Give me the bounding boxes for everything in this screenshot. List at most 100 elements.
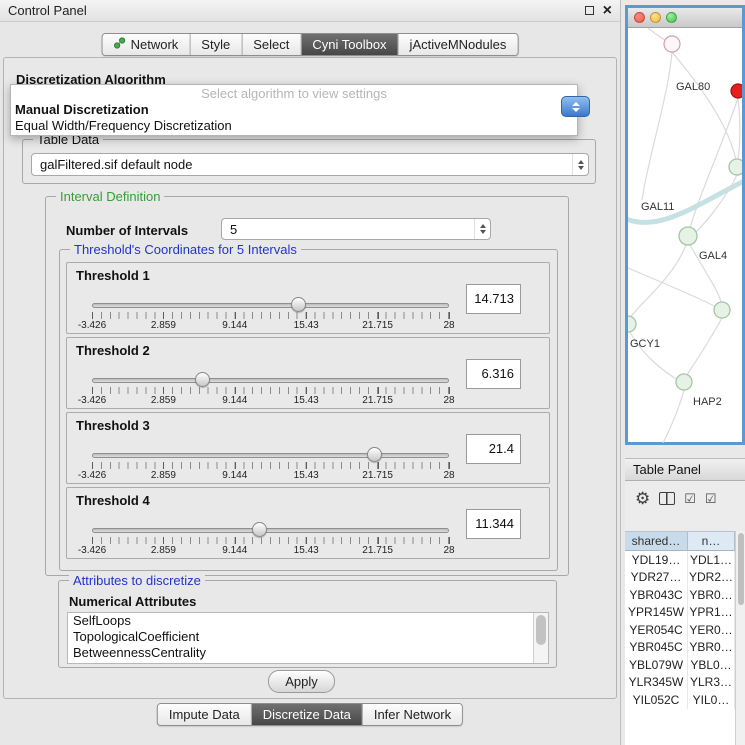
thresholds-group: Threshold's Coordinates for 5 Intervals …: [59, 249, 558, 571]
threshold-value-field[interactable]: 6.316: [466, 359, 521, 389]
table-panel-title: Table Panel: [625, 458, 745, 481]
slider-track[interactable]: [92, 303, 449, 308]
table-row[interactable]: YER054CYER0…: [625, 621, 735, 639]
attribute-list-item[interactable]: BetweennessCentrality: [68, 645, 548, 661]
threshold-value-field[interactable]: 11.344: [466, 509, 521, 539]
scale-tick-label: 2.859: [151, 545, 176, 556]
slider-track[interactable]: [92, 528, 449, 533]
zoom-traffic-light-icon[interactable]: [666, 12, 677, 23]
slider-thumb[interactable]: [195, 372, 210, 387]
tab-label: Discretize Data: [263, 707, 351, 722]
node-label: GAL80: [676, 81, 710, 93]
checkbox-checked-icon[interactable]: ☑: [705, 492, 717, 505]
table-data-combo[interactable]: galFiltered.sif default node: [31, 153, 589, 176]
network-node[interactable]: [729, 159, 742, 175]
table-cell: YDL1…: [688, 551, 735, 569]
interval-definition-label: Interval Definition: [56, 189, 164, 204]
algorithm-combo-stepper[interactable]: [561, 96, 590, 117]
algorithm-option-manual[interactable]: Manual Discretization: [11, 102, 577, 118]
table-cell: YBR0…: [688, 639, 735, 657]
slider-thumb[interactable]: [252, 522, 267, 537]
algorithm-option-equal-width[interactable]: Equal Width/Frequency Discretization: [11, 118, 577, 134]
tab-network[interactable]: Network: [103, 34, 190, 55]
table-panel-toolbar: ⚙ ☑ ☑: [625, 481, 745, 515]
table-row[interactable]: YDL19…YDL1…: [625, 551, 735, 569]
close-traffic-light-icon[interactable]: [634, 12, 645, 23]
table-cell: YER0…: [688, 621, 735, 639]
table-panel: ⚙ ☑ ☑ shared…n… YDL19…YDL1…YDR27…YDR2…YB…: [625, 481, 745, 745]
tab-jactivemnodules[interactable]: jActiveMNodules: [398, 34, 518, 55]
network-graph[interactable]: GAL80GAL11GAL4GCY1HAP2: [628, 28, 742, 443]
tab-cyni-toolbox[interactable]: Cyni Toolbox: [300, 34, 397, 55]
tab-impute-data[interactable]: Impute Data: [158, 704, 251, 725]
attribute-list-item[interactable]: TopologicalCoefficient: [68, 629, 548, 645]
tab-infer-network[interactable]: Infer Network: [362, 704, 462, 725]
network-node[interactable]: [679, 227, 697, 245]
scale-tick-label: -3.426: [78, 320, 106, 331]
table-row[interactable]: YBL079WYBL0…: [625, 656, 735, 674]
table-row[interactable]: YPR145WYPR1…: [625, 604, 735, 622]
threshold-label: Threshold 3: [76, 418, 150, 433]
slider-thumb[interactable]: [367, 447, 382, 462]
thresholds-group-label: Threshold's Coordinates for 5 Intervals: [70, 242, 301, 257]
column-header[interactable]: shared…: [625, 531, 688, 551]
table-cell: YLR3…: [688, 674, 735, 692]
network-view-window[interactable]: GAL80GAL11GAL4GCY1HAP2: [625, 5, 745, 445]
scrollbar-thumb[interactable]: [738, 533, 744, 605]
control-panel-window: Control Panel × NetworkStyleSelectCyni T…: [0, 0, 621, 745]
network-node[interactable]: [628, 316, 636, 332]
threshold-label: Threshold 4: [76, 493, 150, 508]
tab-discretize-data[interactable]: Discretize Data: [251, 704, 362, 725]
table-cell: YLR345W: [625, 674, 688, 692]
node-label: GAL11: [641, 201, 674, 213]
threshold-value-field[interactable]: 14.713: [466, 284, 521, 314]
slider-scale: -3.4262.8599.14415.4321.71528: [92, 469, 449, 482]
network-node[interactable]: [664, 36, 680, 52]
scale-tick-label: 9.144: [222, 470, 247, 481]
interval-definition-group: Interval Definition Number of Intervals …: [45, 196, 569, 576]
gear-icon[interactable]: ⚙: [635, 490, 650, 507]
network-icon: [114, 37, 126, 52]
network-edge: [630, 245, 686, 318]
slider-ruler: [92, 537, 449, 544]
table-cell: YPR1…: [688, 604, 735, 622]
slider-track[interactable]: [92, 378, 449, 383]
network-node[interactable]: [731, 84, 742, 98]
tab-style[interactable]: Style: [189, 34, 241, 55]
numerical-attributes-list[interactable]: SelfLoopsTopologicalCoefficientBetweenne…: [67, 612, 549, 664]
network-canvas[interactable]: GAL80GAL11GAL4GCY1HAP2: [628, 28, 742, 442]
network-node[interactable]: [676, 374, 692, 390]
window-title: Control Panel: [8, 3, 585, 18]
scale-tick-label: 9.144: [222, 395, 247, 406]
table-row[interactable]: YBR045CYBR0…: [625, 639, 735, 657]
slider-thumb[interactable]: [291, 297, 306, 312]
slider-track[interactable]: [92, 453, 449, 458]
table-row[interactable]: YIL052CYIL0…: [625, 691, 735, 709]
attribute-list-item[interactable]: SelfLoops: [68, 613, 548, 629]
scale-tick-label: 15.43: [294, 320, 319, 331]
control-panel-titlebar[interactable]: Control Panel ×: [0, 0, 620, 22]
number-of-intervals-combo[interactable]: 5: [221, 218, 491, 240]
column-header[interactable]: n…: [688, 531, 735, 551]
list-scrollbar[interactable]: [533, 613, 548, 663]
network-node[interactable]: [714, 302, 730, 318]
scale-tick-label: 21.715: [362, 545, 393, 556]
table-row[interactable]: YLR345WYLR3…: [625, 674, 735, 692]
stepper-down-icon: [572, 108, 580, 112]
table-row[interactable]: YDR27…YDR2…: [625, 569, 735, 587]
tab-label: Impute Data: [169, 707, 240, 722]
threshold-value-field[interactable]: 21.4: [466, 434, 521, 464]
scrollbar-thumb[interactable]: [536, 615, 546, 645]
table-row[interactable]: YBR043CYBR0…: [625, 586, 735, 604]
scale-tick-label: 15.43: [294, 395, 319, 406]
minimize-traffic-light-icon[interactable]: [650, 12, 661, 23]
apply-button[interactable]: Apply: [268, 670, 335, 693]
network-window-titlebar[interactable]: [628, 8, 742, 28]
close-window-icon[interactable]: ×: [603, 6, 612, 16]
checkbox-checked-icon[interactable]: ☑: [684, 492, 696, 505]
tab-select[interactable]: Select: [241, 34, 300, 55]
float-window-icon[interactable]: [585, 6, 594, 15]
columns-icon[interactable]: [659, 492, 675, 505]
table-scrollbar[interactable]: [735, 531, 745, 745]
scale-tick-label: 28: [443, 470, 454, 481]
